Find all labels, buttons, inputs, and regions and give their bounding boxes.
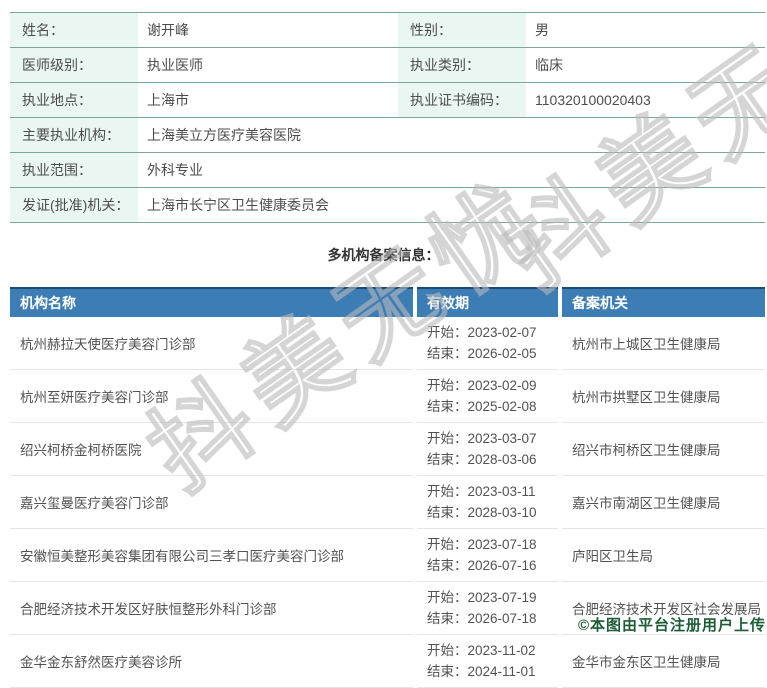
- name-value: 谢开峰: [138, 13, 398, 47]
- end-date: 结束：2024-11-01: [427, 661, 536, 682]
- main-institution-value: 上海美立方医疗美容医院: [138, 118, 765, 152]
- table-row: 杭州赫拉天使医疗美容门诊部 开始：2023-02-07 结束：2026-02-0…: [10, 317, 765, 370]
- doctor-level-value: 执业医师: [138, 48, 398, 82]
- table-row: 安徽恒美整形美容集团有限公司三孝口医疗美容门诊部 开始：2023-07-18 结…: [10, 529, 765, 582]
- start-date: 开始：2023-02-09: [427, 375, 537, 396]
- end-date: 结束：2026-02-05: [427, 343, 537, 364]
- column-header-authority: 备案机关: [562, 287, 765, 317]
- info-row-issuing-authority: 发证(批准)机关： 上海市长宁区卫生健康委员会: [10, 188, 765, 223]
- column-header-validity: 有效期: [417, 287, 558, 317]
- end-date: 结束：2026-07-18: [427, 608, 537, 629]
- validity-cell: 开始：2023-07-19 结束：2026-07-18: [417, 582, 558, 635]
- start-date: 开始：2023-11-02: [427, 640, 536, 661]
- authority-cell: 杭州市上城区卫生健康局: [562, 317, 765, 370]
- validity-cell: 开始：2023-03-07 结束：2028-03-06: [417, 423, 558, 476]
- name-label: 姓名：: [10, 13, 138, 47]
- table-row: 嘉兴玺曼医疗美容门诊部 开始：2023-03-11 结束：2028-03-10 …: [10, 476, 765, 529]
- end-date: 结束：2025-02-08: [427, 396, 537, 417]
- practice-scope-label: 执业范围：: [10, 153, 138, 187]
- end-date: 结束：2028-03-10: [427, 502, 537, 523]
- start-date: 开始：2023-03-11: [427, 481, 536, 502]
- validity-cell: 开始：2023-07-18 结束：2026-07-16: [417, 529, 558, 582]
- info-row-place-certificate: 执业地点： 上海市 执业证书编码： 110320100020403: [10, 83, 765, 118]
- multi-institution-section-title: 多机构备案信息：: [0, 245, 767, 265]
- gender-value: 男: [526, 13, 765, 47]
- org-name-cell: 合肥经济技术开发区好肤恒整形外科门诊部: [10, 582, 413, 635]
- org-name-cell: 绍兴柯桥金柯桥医院: [10, 423, 413, 476]
- column-header-org-name: 机构名称: [10, 287, 413, 317]
- practice-category-label: 执业类别：: [398, 48, 526, 82]
- authority-cell: 金华市金东区卫生健康局: [562, 635, 765, 688]
- org-name-cell: 安徽恒美整形美容集团有限公司三孝口医疗美容门诊部: [10, 529, 413, 582]
- uploader-copyright-note: ©本图由平台注册用户上传: [578, 614, 766, 635]
- org-name-cell: 嘉兴玺曼医疗美容门诊部: [10, 476, 413, 529]
- practice-category-value: 临床: [526, 48, 765, 82]
- authority-cell: 嘉兴市南湖区卫生健康局: [562, 476, 765, 529]
- info-row-main-institution: 主要执业机构： 上海美立方医疗美容医院: [10, 118, 765, 153]
- table-row: 金华金东舒然医疗美容诊所 开始：2023-11-02 结束：2024-11-01…: [10, 635, 765, 688]
- validity-cell: 开始：2023-03-11 结束：2028-03-10: [417, 476, 558, 529]
- practice-place-label: 执业地点：: [10, 83, 138, 117]
- practice-place-value: 上海市: [138, 83, 398, 117]
- certificate-number-label: 执业证书编码：: [398, 83, 526, 117]
- info-row-practice-scope: 执业范围： 外科专业: [10, 153, 765, 188]
- start-date: 开始：2023-02-07: [427, 322, 537, 343]
- validity-cell: 开始：2023-02-09 结束：2025-02-08: [417, 370, 558, 423]
- practice-scope-value: 外科专业: [138, 153, 765, 187]
- main-institution-label: 主要执业机构：: [10, 118, 138, 152]
- authority-cell: 庐阳区卫生局: [562, 529, 765, 582]
- validity-cell: 开始：2023-02-07 结束：2026-02-05: [417, 317, 558, 370]
- org-name-cell: 金华金东舒然医疗美容诊所: [10, 635, 413, 688]
- table-row: 绍兴柯桥金柯桥医院 开始：2023-03-07 结束：2028-03-06 绍兴…: [10, 423, 765, 476]
- records-table-header: 机构名称 有效期 备案机关: [10, 287, 765, 317]
- certificate-number-value: 110320100020403: [526, 83, 765, 117]
- validity-cell: 开始：2023-11-02 结束：2024-11-01: [417, 635, 558, 688]
- gender-label: 性别：: [398, 13, 526, 47]
- authority-cell: 杭州市拱墅区卫生健康局: [562, 370, 765, 423]
- table-row: 杭州至妍医疗美容门诊部 开始：2023-02-09 结束：2025-02-08 …: [10, 370, 765, 423]
- start-date: 开始：2023-07-18: [427, 534, 537, 555]
- doctor-level-label: 医师级别：: [10, 48, 138, 82]
- start-date: 开始：2023-07-19: [427, 587, 537, 608]
- start-date: 开始：2023-03-07: [427, 428, 537, 449]
- issuing-authority-label: 发证(批准)机关：: [10, 188, 138, 222]
- issuing-authority-value: 上海市长宁区卫生健康委员会: [138, 188, 765, 222]
- authority-cell: 绍兴市柯桥区卫生健康局: [562, 423, 765, 476]
- org-name-cell: 杭州赫拉天使医疗美容门诊部: [10, 317, 413, 370]
- end-date: 结束：2026-07-16: [427, 555, 537, 576]
- org-name-cell: 杭州至妍医疗美容门诊部: [10, 370, 413, 423]
- doctor-info-table: 姓名： 谢开峰 性别： 男 医师级别： 执业医师 执业类别： 临床 执业地点： …: [10, 12, 765, 223]
- info-row-name-gender: 姓名： 谢开峰 性别： 男: [10, 13, 765, 48]
- end-date: 结束：2028-03-06: [427, 449, 537, 470]
- info-row-level-category: 医师级别： 执业医师 执业类别： 临床: [10, 48, 765, 83]
